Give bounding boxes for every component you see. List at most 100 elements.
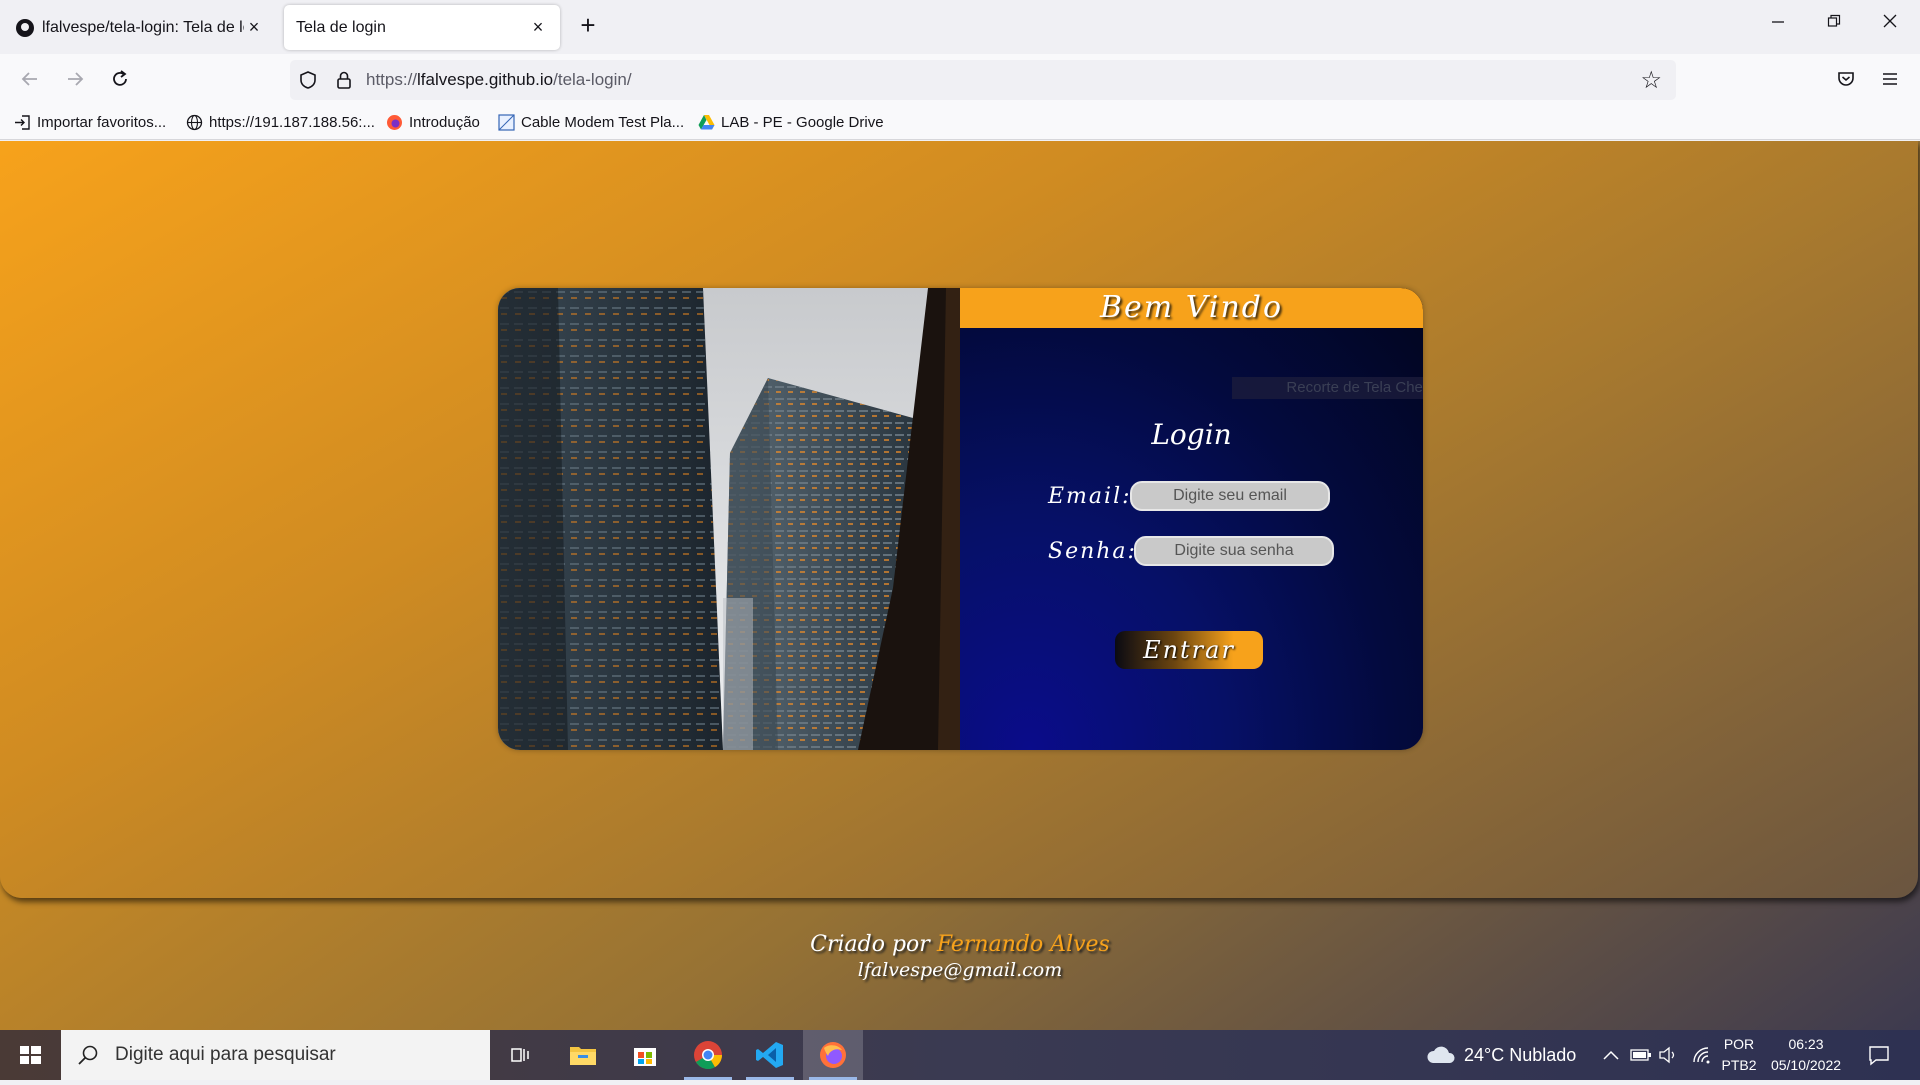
battery-icon <box>1630 1049 1651 1061</box>
cloud-icon <box>1427 1046 1455 1063</box>
restore-button[interactable] <box>1814 12 1854 33</box>
welcome-header: Bem Vindo <box>960 288 1423 328</box>
tab-bar: lfalvespe/tela-login: Tela de log × Tela… <box>0 0 1920 54</box>
bookmark-star-icon[interactable]: ☆ <box>1640 66 1662 95</box>
tab-close-icon[interactable]: × <box>244 17 264 38</box>
clock[interactable]: 06:23 05/10/2022 <box>1764 1034 1848 1076</box>
bookmark-label: Cable Modem Test Pla... <box>521 114 685 131</box>
navigation-bar: https://lfalvespe.github.io/tela-login/ … <box>0 54 1920 108</box>
credit-line: Criado por Fernando Alves <box>810 932 1110 957</box>
address-bar[interactable]: https://lfalvespe.github.io/tela-login/ … <box>290 60 1676 100</box>
back-button[interactable] <box>16 68 44 96</box>
bookmark-label: Importar favoritos... <box>37 114 167 131</box>
new-tab-button[interactable]: + <box>574 12 602 40</box>
github-icon <box>16 18 34 37</box>
tab-github[interactable]: lfalvespe/tela-login: Tela de log × <box>4 5 276 50</box>
clock-date: 05/10/2022 <box>1770 1057 1842 1073</box>
main-section: Bem Vindo Recorte de Tela Cheia Login Em… <box>0 141 1918 898</box>
google-drive-icon <box>698 115 715 130</box>
back-arrow-icon <box>21 72 37 86</box>
author-name: Fernando Alves <box>936 932 1110 957</box>
bookmark-introducao[interactable]: Introdução <box>386 114 480 131</box>
bookmark-ip-address[interactable]: https://191.187.188.56:... <box>186 114 375 131</box>
chrome-button[interactable] <box>678 1030 738 1080</box>
battery-indicator[interactable] <box>1630 1030 1652 1080</box>
password-row: Senha: <box>1048 536 1334 566</box>
tab-login[interactable]: Tela de login × <box>284 5 560 50</box>
keyboard-layout: PTB2 <box>1721 1057 1757 1073</box>
volume-indicator[interactable] <box>1658 1030 1678 1080</box>
notification-icon <box>1869 1046 1889 1066</box>
bookmark-label: Introdução <box>409 114 480 131</box>
windows-logo-icon <box>20 1046 41 1064</box>
vscode-button[interactable] <box>740 1030 800 1080</box>
login-panel: Bem Vindo Recorte de Tela Cheia Login Em… <box>960 288 1423 750</box>
menu-button[interactable] <box>1876 68 1904 96</box>
microsoft-store-icon <box>634 1048 656 1066</box>
tab-close-icon[interactable]: × <box>528 17 548 38</box>
bookmark-cable-modem[interactable]: Cable Modem Test Pla... <box>498 114 684 131</box>
microsoft-store-button[interactable] <box>615 1030 675 1080</box>
weather-widget[interactable]: 24°C Nublado <box>1426 1030 1576 1080</box>
taskbar-search-box[interactable]: Digite aqui para pesquisar <box>61 1030 490 1080</box>
bookmarks-toolbar: Importar favoritos... https://191.187.18… <box>0 108 1920 140</box>
firefox-taskbar-button[interactable] <box>803 1030 863 1080</box>
forward-button[interactable] <box>61 68 89 96</box>
forward-arrow-icon <box>68 72 84 86</box>
notification-center-button[interactable] <box>1868 1030 1890 1080</box>
author-email: lfalvespe@gmail.com <box>857 959 1063 981</box>
login-heading: Login <box>1151 418 1232 451</box>
email-row: Email: <box>1048 481 1330 511</box>
pocket-button[interactable] <box>1832 68 1860 96</box>
screen-snip-tooltip: Recorte de Tela Cheia <box>1232 377 1423 399</box>
buildings-image <box>498 288 960 750</box>
restore-icon <box>1827 14 1841 27</box>
lock-icon[interactable] <box>334 70 354 90</box>
tracking-shield-icon[interactable] <box>298 70 318 90</box>
close-window-button[interactable] <box>1870 12 1910 33</box>
submit-button[interactable]: Entrar <box>1115 631 1263 669</box>
firefox-icon <box>387 115 402 130</box>
bookmark-google-drive[interactable]: LAB - PE - Google Drive <box>698 114 884 131</box>
reload-button[interactable] <box>106 68 134 96</box>
import-icon <box>15 115 30 130</box>
minimize-button[interactable] <box>1758 12 1798 33</box>
search-placeholder: Digite aqui para pesquisar <box>115 1044 336 1065</box>
clock-time: 06:23 <box>1788 1036 1824 1052</box>
email-field[interactable] <box>1130 481 1330 511</box>
show-hidden-icons[interactable] <box>1602 1030 1620 1080</box>
file-explorer-button[interactable] <box>553 1030 613 1080</box>
hamburger-menu-icon <box>1883 73 1897 85</box>
wifi-icon <box>1693 1047 1710 1064</box>
input-language[interactable]: POR PTB2 <box>1720 1034 1758 1076</box>
search-icon <box>78 1045 98 1065</box>
welcome-title: Bem Vindo <box>1099 290 1284 325</box>
windows-taskbar: Digite aqui para pesquisar 24°C Nublado … <box>0 1030 1920 1080</box>
bookmark-import[interactable]: Importar favoritos... <box>14 114 166 131</box>
pocket-icon <box>1838 72 1854 86</box>
login-card: Bem Vindo Recorte de Tela Cheia Login Em… <box>498 288 1423 750</box>
task-view-button[interactable] <box>490 1030 550 1080</box>
weather-text: 24°C Nublado <box>1464 1044 1577 1065</box>
language-code: POR <box>1723 1036 1755 1052</box>
speaker-icon <box>1659 1046 1675 1064</box>
minimize-icon <box>1772 21 1784 23</box>
bookmark-label: https://191.187.188.56:... <box>209 114 375 131</box>
password-field[interactable] <box>1134 536 1334 566</box>
start-button[interactable] <box>0 1030 60 1080</box>
footer-credits: Criado por Fernando Alves lfalvespe@gmai… <box>0 932 1920 981</box>
email-label: Email: <box>1048 483 1132 509</box>
file-explorer-icon <box>570 1047 596 1065</box>
bookmark-label: LAB - PE - Google Drive <box>721 114 884 131</box>
globe-icon <box>186 114 203 131</box>
url-text[interactable]: https://lfalvespe.github.io/tela-login/ <box>366 70 632 90</box>
vscode-icon <box>756 1042 783 1068</box>
network-indicator[interactable] <box>1692 1030 1712 1080</box>
page-viewport: Bem Vindo Recorte de Tela Cheia Login Em… <box>0 141 1920 1030</box>
tab-title: Tela de login <box>296 18 386 36</box>
reload-icon <box>113 70 127 86</box>
close-icon <box>1883 14 1897 28</box>
chrome-icon <box>694 1041 722 1069</box>
task-view-icon <box>511 1048 529 1062</box>
skyscrapers-illustration <box>498 288 960 750</box>
